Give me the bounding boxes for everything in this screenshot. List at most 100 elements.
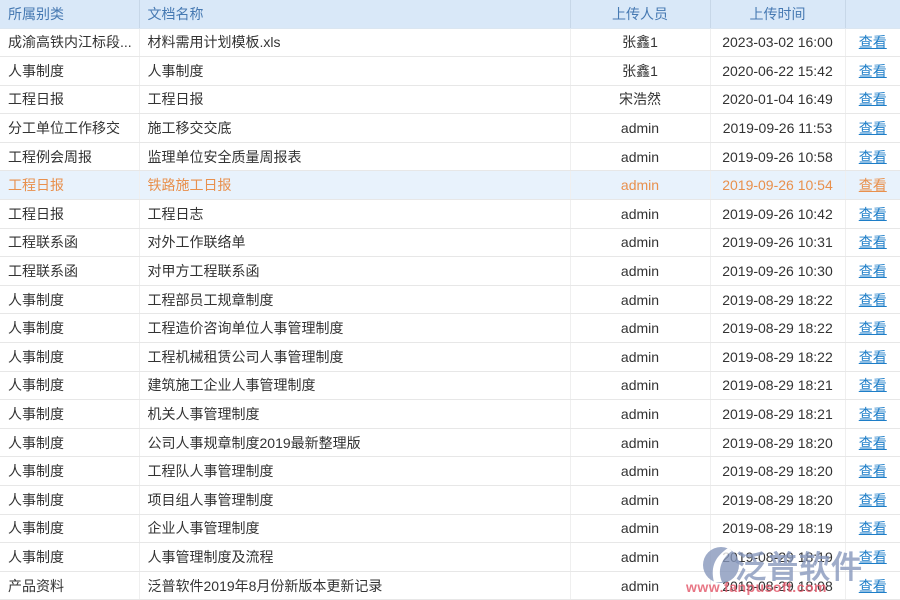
view-cell: 查看 — [845, 371, 900, 400]
table-row[interactable]: 工程联系函对外工作联络单admin2019-09-26 10:31查看 — [0, 228, 900, 257]
view-link[interactable]: 查看 — [859, 177, 887, 193]
category-cell: 人事制度 — [0, 457, 139, 486]
uploader-cell: admin — [570, 457, 710, 486]
table-row[interactable]: 人事制度工程机械租赁公司人事管理制度admin2019-08-29 18:22查… — [0, 343, 900, 372]
doc-name-cell: 机关人事管理制度 — [139, 400, 570, 429]
view-link[interactable]: 查看 — [859, 206, 887, 222]
doc-name-cell: 监理单位安全质量周报表 — [139, 142, 570, 171]
doc-name-cell: 建筑施工企业人事管理制度 — [139, 371, 570, 400]
view-cell: 查看 — [845, 571, 900, 600]
table-row[interactable]: 人事制度建筑施工企业人事管理制度admin2019-08-29 18:21查看 — [0, 371, 900, 400]
view-cell: 查看 — [845, 343, 900, 372]
uploader-cell: admin — [570, 571, 710, 600]
uploader-cell: admin — [570, 257, 710, 286]
uploader-cell: 宋浩然 — [570, 85, 710, 114]
view-link[interactable]: 查看 — [859, 91, 887, 107]
table-row[interactable]: 人事制度工程队人事管理制度admin2019-08-29 18:20查看 — [0, 457, 900, 486]
table-row[interactable]: 人事制度项目组人事管理制度admin2019-08-29 18:20查看 — [0, 486, 900, 515]
view-cell: 查看 — [845, 428, 900, 457]
uploader-cell: admin — [570, 285, 710, 314]
view-link[interactable]: 查看 — [859, 292, 887, 308]
table-row[interactable]: 人事制度工程造价咨询单位人事管理制度admin2019-08-29 18:22查… — [0, 314, 900, 343]
table-row[interactable]: 人事制度公司人事规章制度2019最新整理版admin2019-08-29 18:… — [0, 428, 900, 457]
category-cell: 工程联系函 — [0, 228, 139, 257]
upload-time-cell: 2020-01-04 16:49 — [710, 85, 845, 114]
view-cell: 查看 — [845, 257, 900, 286]
view-cell: 查看 — [845, 486, 900, 515]
view-cell: 查看 — [845, 171, 900, 200]
header-category: 所属别类 — [0, 0, 139, 28]
upload-time-cell: 2019-09-26 10:42 — [710, 200, 845, 229]
doc-name-cell: 人事制度 — [139, 57, 570, 86]
table-row[interactable]: 工程例会周报监理单位安全质量周报表admin2019-09-26 10:58查看 — [0, 142, 900, 171]
table-row[interactable]: 产品资料泛普软件2019年8月份新版本更新记录admin2019-08-29 1… — [0, 571, 900, 600]
view-link[interactable]: 查看 — [859, 578, 887, 594]
view-link[interactable]: 查看 — [859, 263, 887, 279]
view-cell: 查看 — [845, 400, 900, 429]
category-cell: 工程日报 — [0, 200, 139, 229]
doc-name-cell: 企业人事管理制度 — [139, 514, 570, 543]
view-cell: 查看 — [845, 114, 900, 143]
category-cell: 人事制度 — [0, 400, 139, 429]
doc-name-cell: 工程队人事管理制度 — [139, 457, 570, 486]
doc-name-cell: 工程日报 — [139, 85, 570, 114]
table-row[interactable]: 工程日报铁路施工日报admin2019-09-26 10:54查看 — [0, 171, 900, 200]
upload-time-cell: 2019-09-26 11:53 — [710, 114, 845, 143]
view-link[interactable]: 查看 — [859, 406, 887, 422]
category-cell: 人事制度 — [0, 428, 139, 457]
table-row[interactable]: 分工单位工作移交施工移交交底admin2019-09-26 11:53查看 — [0, 114, 900, 143]
view-link[interactable]: 查看 — [859, 120, 887, 136]
upload-time-cell: 2023-03-02 16:00 — [710, 28, 845, 57]
doc-name-cell: 泛普软件2019年8月份新版本更新记录 — [139, 571, 570, 600]
view-link[interactable]: 查看 — [859, 435, 887, 451]
view-link[interactable]: 查看 — [859, 549, 887, 565]
category-cell: 工程日报 — [0, 85, 139, 114]
category-cell: 人事制度 — [0, 285, 139, 314]
upload-time-cell: 2019-09-26 10:54 — [710, 171, 845, 200]
category-cell: 人事制度 — [0, 57, 139, 86]
table-row[interactable]: 工程联系函对甲方工程联系函admin2019-09-26 10:30查看 — [0, 257, 900, 286]
table-row[interactable]: 人事制度人事管理制度及流程admin2019-08-29 18:19查看 — [0, 543, 900, 572]
doc-name-cell: 公司人事规章制度2019最新整理版 — [139, 428, 570, 457]
uploader-cell: admin — [570, 486, 710, 515]
upload-time-cell: 2019-08-29 18:22 — [710, 285, 845, 314]
view-link[interactable]: 查看 — [859, 320, 887, 336]
view-link[interactable]: 查看 — [859, 63, 887, 79]
table-row[interactable]: 人事制度机关人事管理制度admin2019-08-29 18:21查看 — [0, 400, 900, 429]
uploader-cell: admin — [570, 400, 710, 429]
doc-name-cell: 对甲方工程联系函 — [139, 257, 570, 286]
view-link[interactable]: 查看 — [859, 349, 887, 365]
table-row[interactable]: 工程日报工程日志admin2019-09-26 10:42查看 — [0, 200, 900, 229]
view-cell: 查看 — [845, 85, 900, 114]
uploader-cell: admin — [570, 114, 710, 143]
view-link[interactable]: 查看 — [859, 34, 887, 50]
view-link[interactable]: 查看 — [859, 234, 887, 250]
uploader-cell: 张鑫1 — [570, 57, 710, 86]
table-row[interactable]: 人事制度工程部员工规章制度admin2019-08-29 18:22查看 — [0, 285, 900, 314]
view-link[interactable]: 查看 — [859, 520, 887, 536]
category-cell: 人事制度 — [0, 314, 139, 343]
table-row[interactable]: 工程日报工程日报宋浩然2020-01-04 16:49查看 — [0, 85, 900, 114]
table-row[interactable]: 人事制度企业人事管理制度admin2019-08-29 18:19查看 — [0, 514, 900, 543]
table-row[interactable]: 成渝高铁内江标段...材料需用计划模板.xls张鑫12023-03-02 16:… — [0, 28, 900, 57]
upload-time-cell: 2019-08-29 18:22 — [710, 343, 845, 372]
uploader-cell: admin — [570, 200, 710, 229]
uploader-cell: admin — [570, 314, 710, 343]
view-cell: 查看 — [845, 228, 900, 257]
view-link[interactable]: 查看 — [859, 149, 887, 165]
uploader-cell: admin — [570, 343, 710, 372]
upload-time-cell: 2019-08-29 18:19 — [710, 543, 845, 572]
category-cell: 人事制度 — [0, 514, 139, 543]
view-link[interactable]: 查看 — [859, 492, 887, 508]
view-cell: 查看 — [845, 457, 900, 486]
upload-time-cell: 2019-08-29 18:20 — [710, 486, 845, 515]
uploader-cell: admin — [570, 228, 710, 257]
view-cell: 查看 — [845, 142, 900, 171]
view-link[interactable]: 查看 — [859, 377, 887, 393]
table-row[interactable]: 人事制度人事制度张鑫12020-06-22 15:42查看 — [0, 57, 900, 86]
view-link[interactable]: 查看 — [859, 463, 887, 479]
table-body: 成渝高铁内江标段...材料需用计划模板.xls张鑫12023-03-02 16:… — [0, 28, 900, 600]
view-cell: 查看 — [845, 200, 900, 229]
category-cell: 人事制度 — [0, 486, 139, 515]
doc-name-cell: 工程造价咨询单位人事管理制度 — [139, 314, 570, 343]
